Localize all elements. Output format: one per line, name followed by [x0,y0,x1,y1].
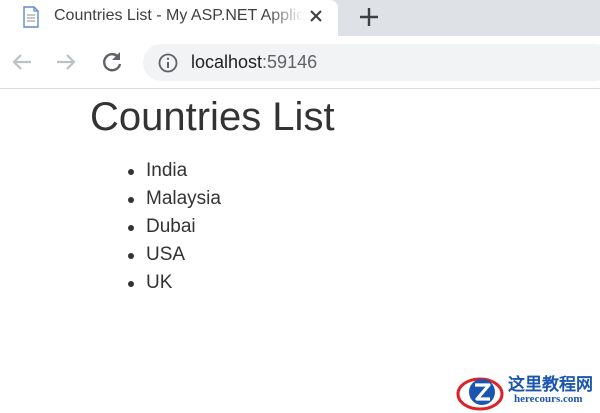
new-tab-icon[interactable] [356,4,382,30]
watermark-site: herecours.com [514,393,583,405]
reload-icon[interactable] [98,48,126,76]
list-item: Malaysia [128,185,221,213]
close-icon[interactable] [306,6,326,26]
address-bar[interactable]: localhost:59146 [143,44,600,81]
list-item: Dubai [128,213,221,241]
info-icon[interactable] [157,52,179,74]
tab-title: Countries List - My ASP.NET Application [54,7,304,24]
list-item: India [128,157,221,185]
countries-list: India Malaysia Dubai USA UK [128,157,221,297]
browser-toolbar: localhost:59146 [0,36,600,89]
url-host: localhost [191,52,263,72]
list-item: UK [128,269,221,297]
document-icon [23,6,39,28]
page-title: Countries List [90,95,335,139]
list-item: USA [128,241,221,269]
url-text[interactable]: localhost:59146 [191,52,317,73]
tab-strip: Countries List - My ASP.NET Application [0,0,600,36]
z-logo-icon [456,377,504,411]
browser-tab[interactable]: Countries List - My ASP.NET Application [0,0,338,36]
watermark-logo: 这里教程网 herecours.com [448,368,600,413]
back-arrow-icon[interactable] [8,48,36,76]
watermark-title: 这里教程网 [508,375,593,394]
forward-arrow-icon[interactable] [52,48,80,76]
url-port: :59146 [262,52,318,72]
